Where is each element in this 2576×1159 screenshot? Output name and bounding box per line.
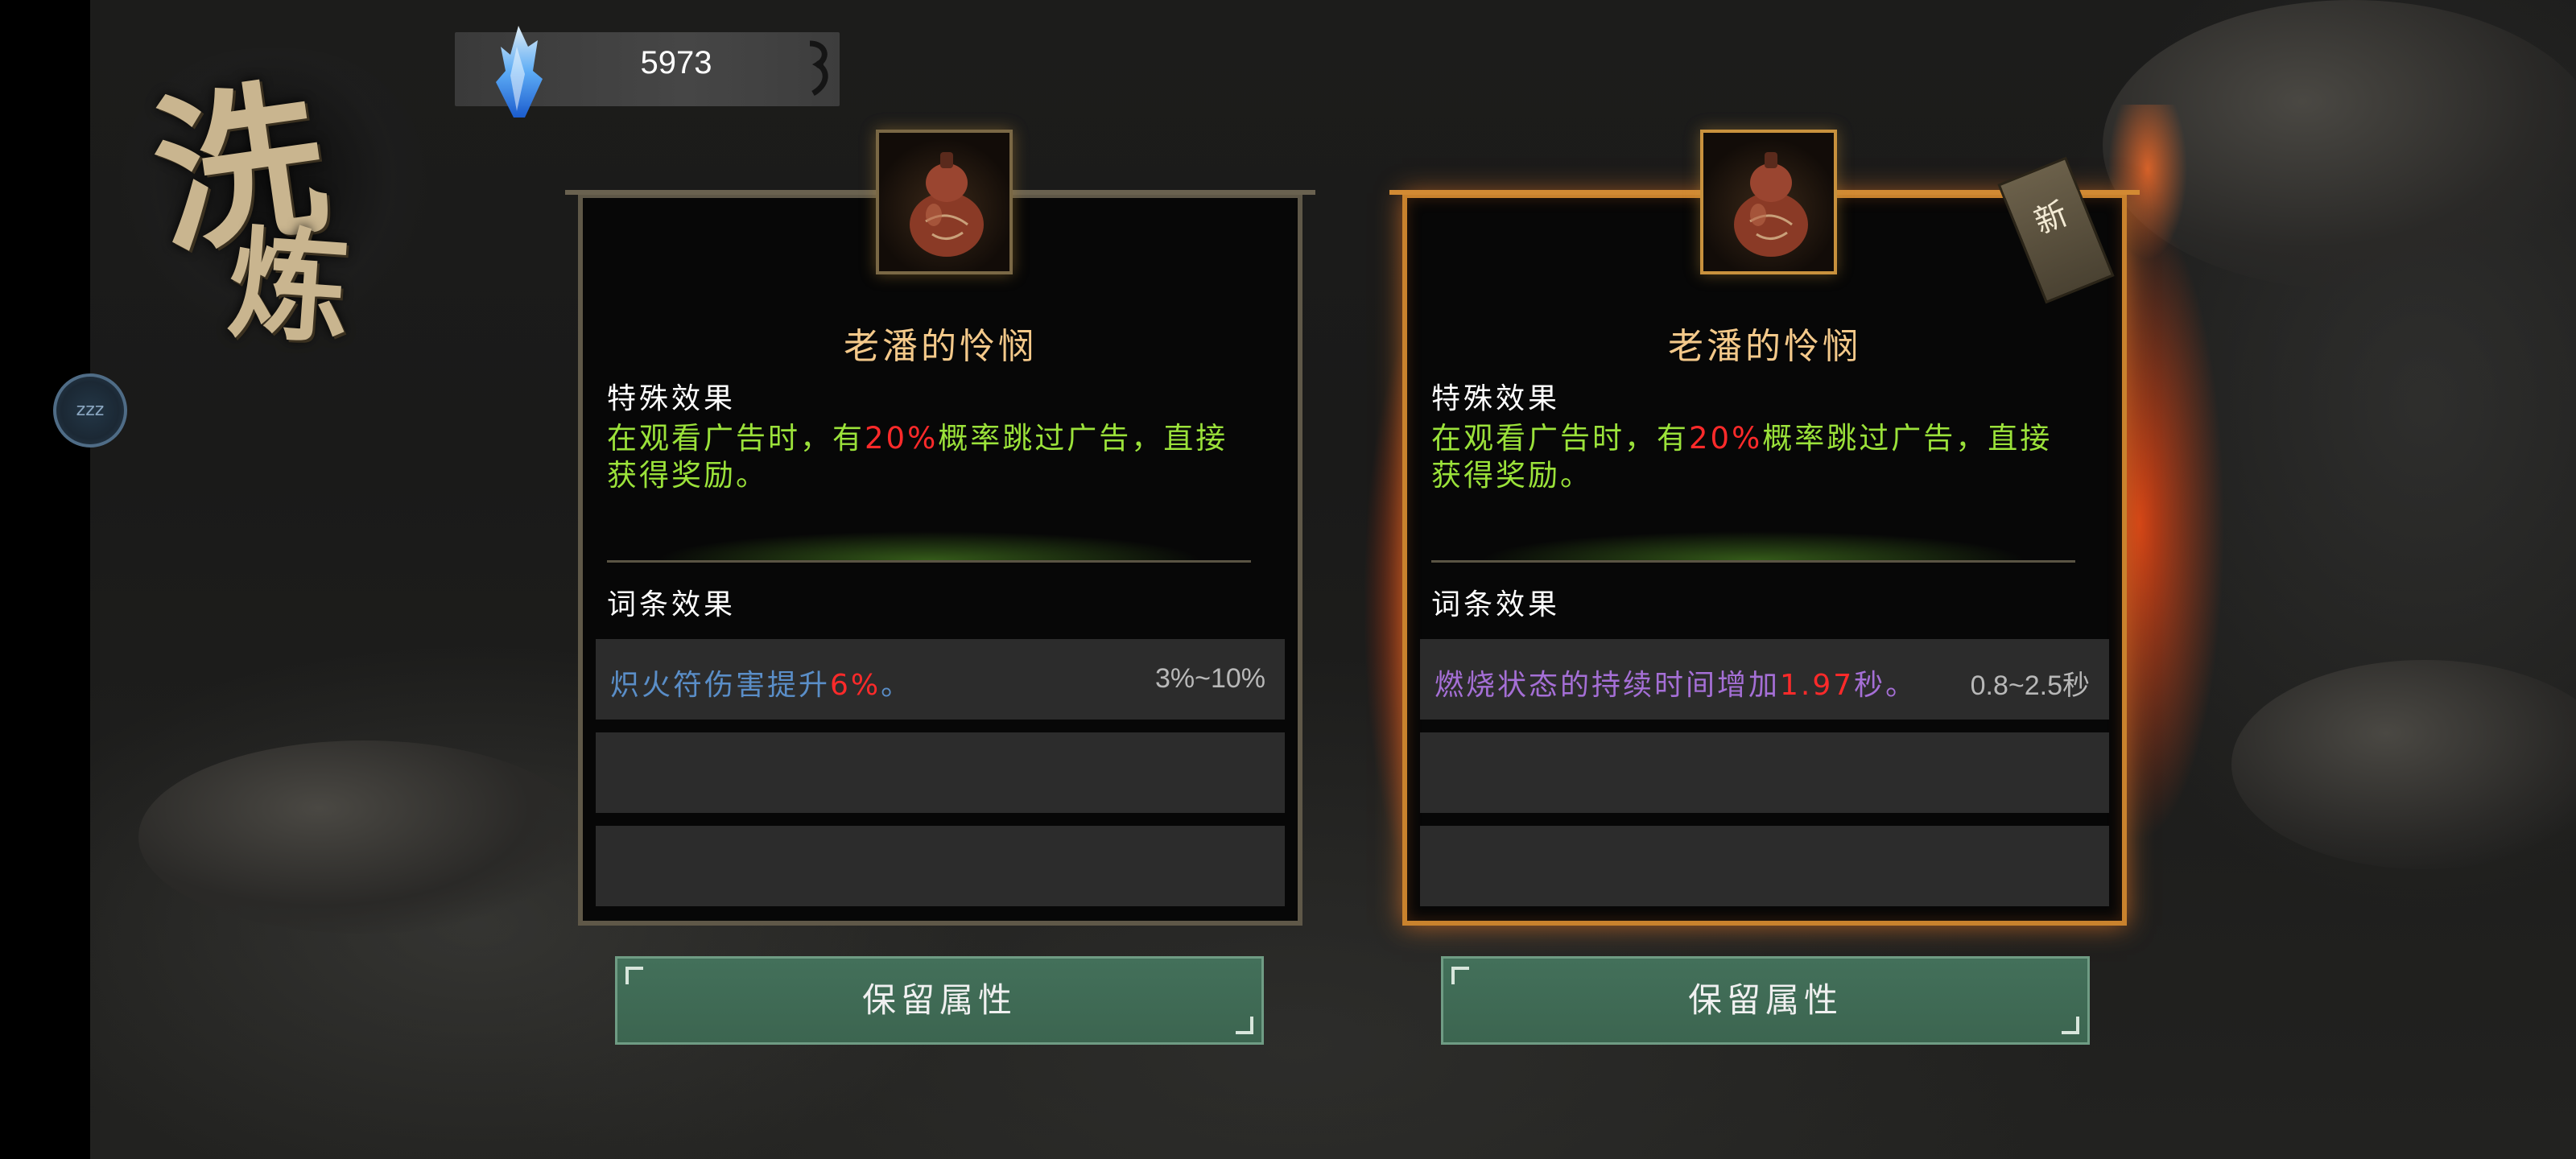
special-effect-text: 在观看广告时，有20%概率跳过广告，直接获得奖励。 bbox=[607, 420, 1259, 494]
affix-effect-title: 词条效果 bbox=[607, 588, 737, 621]
affix-text: 燃烧状态的持续时间增加1.97秒。 bbox=[1435, 662, 1917, 703]
affix-text-part: 。 bbox=[881, 669, 913, 702]
item-card-current[interactable]: 老潘的怜悯 特殊效果 在观看广告时，有20%概率跳过广告，直接获得奖励。 词条效… bbox=[565, 130, 1315, 926]
affix-text-part: 炽火符伤害提升 bbox=[610, 669, 831, 702]
affix-row: 燃烧状态的持续时间增加1.97秒。 0.8~2.5秒 bbox=[1420, 639, 2109, 720]
affix-row-empty bbox=[1420, 826, 2109, 906]
affix-text-part: 秒。 bbox=[1854, 669, 1918, 702]
item-frame bbox=[876, 130, 1013, 274]
button-corner-ornament bbox=[625, 967, 643, 984]
special-effect-value: 20% bbox=[1689, 421, 1763, 456]
item-frame bbox=[1700, 130, 1837, 274]
button-corner-ornament bbox=[1451, 967, 1469, 984]
hook-ornament-icon bbox=[809, 40, 828, 97]
affix-range: 0.8~2.5秒 bbox=[1970, 670, 2090, 701]
special-effect-title: 特殊效果 bbox=[607, 382, 737, 415]
affix-text: 炽火符伤害提升6%。 bbox=[610, 662, 912, 703]
special-effect-text: 在观看广告时，有20%概率跳过广告，直接获得奖励。 bbox=[1431, 420, 2083, 494]
special-effect-text-part: 在观看广告时，有 bbox=[607, 421, 865, 456]
blue-crystal-icon bbox=[496, 26, 543, 118]
affix-row-empty bbox=[596, 826, 1285, 906]
keep-attributes-button-right[interactable]: 保留属性 bbox=[1441, 956, 2090, 1045]
affix-text-part: 燃烧状态的持续时间增加 bbox=[1435, 669, 1781, 702]
background-rock bbox=[138, 740, 589, 934]
gourd-icon bbox=[910, 152, 984, 257]
special-effect-title: 特殊效果 bbox=[1431, 382, 1561, 415]
background-rock bbox=[2231, 660, 2576, 869]
special-effect-text-part: 在观看广告时，有 bbox=[1431, 421, 1689, 456]
affix-row-empty bbox=[596, 732, 1285, 813]
item-name: 老潘的怜悯 bbox=[844, 326, 1037, 367]
item-card-new[interactable]: 新 老潘的怜悯 特殊效果 在观看广告时，有20%概率跳过广告，直接获得奖励。 词… bbox=[1389, 130, 2140, 926]
currency-value: 5973 bbox=[640, 45, 712, 80]
page-title-char-2: 炼 bbox=[224, 211, 355, 361]
keep-attributes-button-left[interactable]: 保留属性 bbox=[615, 956, 1264, 1045]
gourd-icon bbox=[1734, 152, 1808, 257]
affix-value: 1.97 bbox=[1780, 669, 1855, 702]
affix-row: 炽火符伤害提升6%。 3%~10% bbox=[596, 639, 1285, 720]
affix-range: 3%~10% bbox=[1154, 663, 1265, 694]
keep-attributes-label: 保留属性 bbox=[861, 980, 1017, 1020]
affix-effect-title: 词条效果 bbox=[1431, 588, 1561, 621]
sleep-button[interactable]: zzz bbox=[53, 373, 127, 448]
button-corner-ornament bbox=[1236, 1017, 1253, 1034]
affix-value: 6% bbox=[830, 669, 881, 702]
special-effect-divider bbox=[1431, 520, 2075, 563]
special-effect-divider bbox=[607, 520, 1251, 563]
keep-attributes-label: 保留属性 bbox=[1687, 980, 1843, 1020]
item-name: 老潘的怜悯 bbox=[1668, 326, 1861, 367]
affix-row-empty bbox=[1420, 732, 2109, 813]
special-effect-value: 20% bbox=[865, 421, 939, 456]
button-corner-ornament bbox=[2062, 1017, 2079, 1034]
